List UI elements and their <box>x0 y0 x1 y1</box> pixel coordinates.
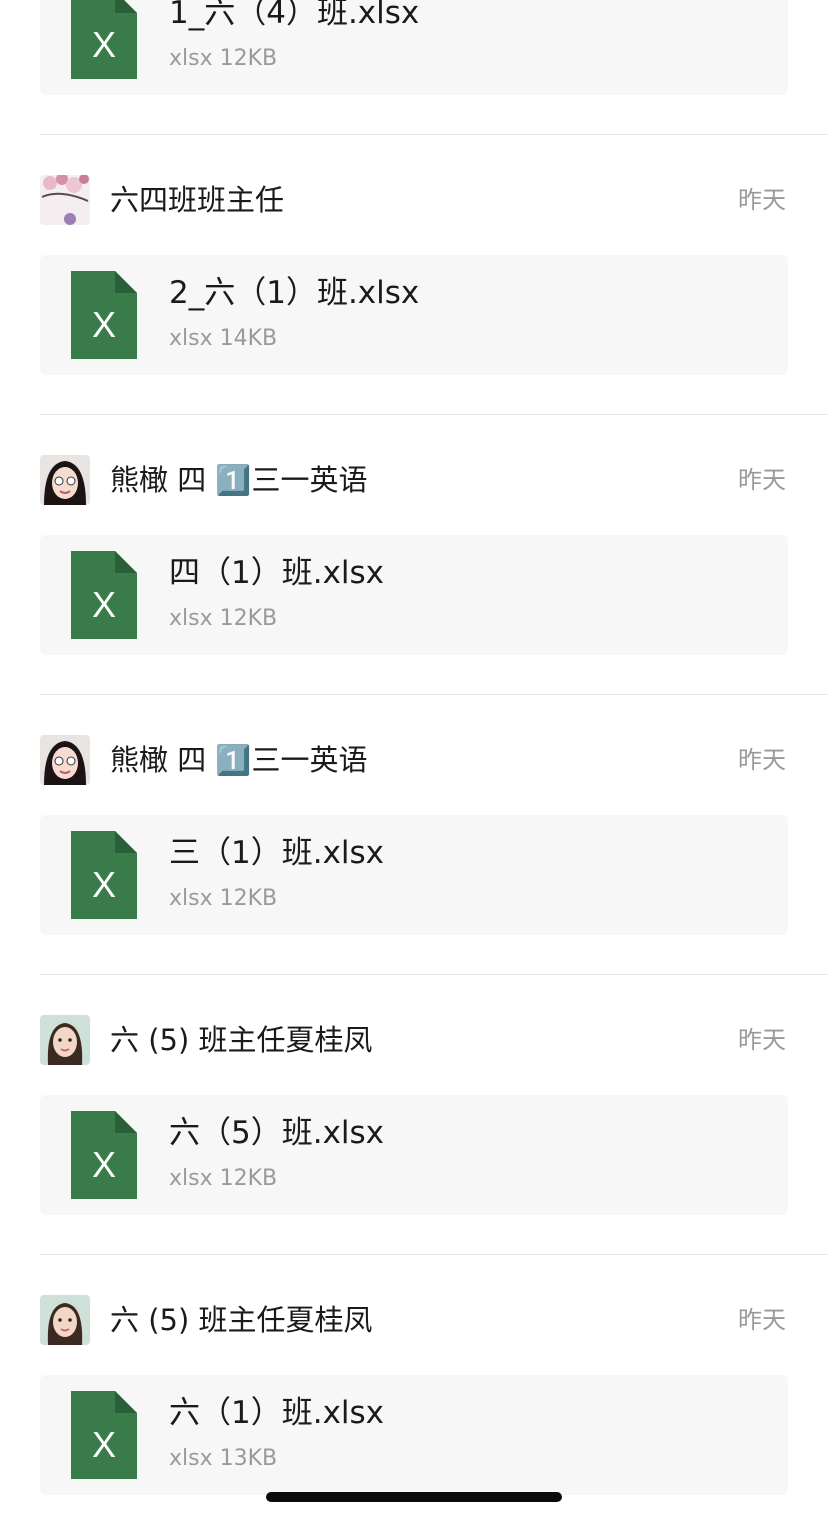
divider <box>40 1254 828 1255</box>
file-meta: xlsx 12KB <box>169 606 278 631</box>
file-name: 2_六（1）班.xlsx <box>169 275 420 311</box>
excel-file-icon: X <box>71 551 137 639</box>
sender-time: 昨天 <box>738 1026 786 1054</box>
file-card[interactable]: X 六（5）班.xlsx xlsx 12KB <box>40 1095 788 1215</box>
sender-name: 六 (5) 班主任夏桂凤 <box>110 1023 373 1057</box>
file-meta: xlsx 12KB <box>169 886 278 911</box>
file-name: 1_六（4）班.xlsx <box>169 0 420 31</box>
file-name: 四（1）班.xlsx <box>169 555 385 591</box>
file-card[interactable]: X 三（1）班.xlsx xlsx 12KB <box>40 815 788 935</box>
svg-text:X: X <box>92 1424 116 1465</box>
file-name: 六（5）班.xlsx <box>169 1115 385 1151</box>
avatar[interactable] <box>40 1015 90 1065</box>
sender-row[interactable]: 六 (5) 班主任夏桂凤 昨天 <box>0 1015 828 1065</box>
sender-row[interactable]: 熊橄 四 1️⃣三一英语 昨天 <box>0 735 828 785</box>
file-card[interactable]: X 四（1）班.xlsx xlsx 12KB <box>40 535 788 655</box>
avatar[interactable] <box>40 455 90 505</box>
sender-row[interactable]: 熊橄 四 1️⃣三一英语 昨天 <box>0 455 828 505</box>
divider <box>40 974 828 975</box>
file-card[interactable]: X 1_六（4）班.xlsx xlsx 12KB <box>40 0 788 95</box>
sender-name: 熊橄 四 1️⃣三一英语 <box>110 463 368 497</box>
file-name: 六（1）班.xlsx <box>169 1395 385 1431</box>
avatar[interactable] <box>40 735 90 785</box>
excel-file-icon: X <box>71 0 137 79</box>
divider <box>40 414 828 415</box>
sender-time: 昨天 <box>738 746 786 774</box>
home-indicator[interactable] <box>266 1492 562 1502</box>
file-name: 三（1）班.xlsx <box>169 835 385 871</box>
file-card[interactable]: X 六（1）班.xlsx xlsx 13KB <box>40 1375 788 1495</box>
sender-row[interactable]: 六 (5) 班主任夏桂凤 昨天 <box>0 1295 828 1345</box>
svg-text:X: X <box>92 24 116 65</box>
file-meta: xlsx 14KB <box>169 326 278 351</box>
avatar[interactable] <box>40 175 90 225</box>
sender-time: 昨天 <box>738 186 786 214</box>
svg-text:X: X <box>92 1144 116 1185</box>
file-meta: xlsx 12KB <box>169 1166 278 1191</box>
sender-name: 六四班班主任 <box>110 183 285 217</box>
svg-text:X: X <box>92 584 116 625</box>
sender-name: 熊橄 四 1️⃣三一英语 <box>110 743 368 777</box>
file-meta: xlsx 12KB <box>169 46 278 71</box>
svg-text:X: X <box>92 864 116 905</box>
excel-file-icon: X <box>71 831 137 919</box>
sender-time: 昨天 <box>738 466 786 494</box>
file-meta: xlsx 13KB <box>169 1446 278 1471</box>
file-card[interactable]: X 2_六（1）班.xlsx xlsx 14KB <box>40 255 788 375</box>
excel-file-icon: X <box>71 1391 137 1479</box>
sender-row[interactable]: 六四班班主任 昨天 <box>0 175 828 225</box>
excel-file-icon: X <box>71 1111 137 1199</box>
excel-file-icon: X <box>71 271 137 359</box>
divider <box>40 134 828 135</box>
divider <box>40 694 828 695</box>
sender-time: 昨天 <box>738 1306 786 1334</box>
sender-name: 六 (5) 班主任夏桂凤 <box>110 1303 373 1337</box>
avatar[interactable] <box>40 1295 90 1345</box>
svg-text:X: X <box>92 304 116 345</box>
